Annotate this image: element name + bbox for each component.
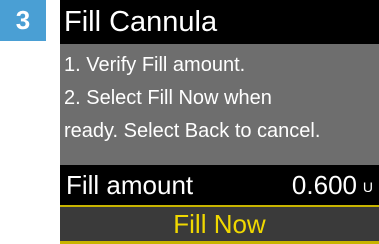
instruction-line-2: 2. Select Fill Now when [64, 87, 272, 109]
fill-amount-row: Fill amount 0.600 U [60, 165, 379, 206]
fill-amount-label: Fill amount [66, 170, 194, 200]
step-number-badge: 3 [0, 0, 46, 41]
pump-screen: Fill Cannula 1. Verify Fill amount. 2. S… [60, 0, 379, 244]
screen-title: Fill Cannula [60, 0, 379, 44]
instruction-line-3: ready. Select Back to cancel. [64, 120, 321, 142]
instruction-line-1: 1. Verify Fill amount. [64, 54, 246, 76]
fill-amount-value: 0.600 [291, 170, 357, 200]
instructions-panel: 1. Verify Fill amount. 2. Select Fill No… [60, 44, 379, 165]
fill-now-label: Fill Now [173, 208, 266, 239]
fill-now-button[interactable]: Fill Now [60, 207, 379, 244]
fill-amount-unit: U [362, 179, 373, 195]
